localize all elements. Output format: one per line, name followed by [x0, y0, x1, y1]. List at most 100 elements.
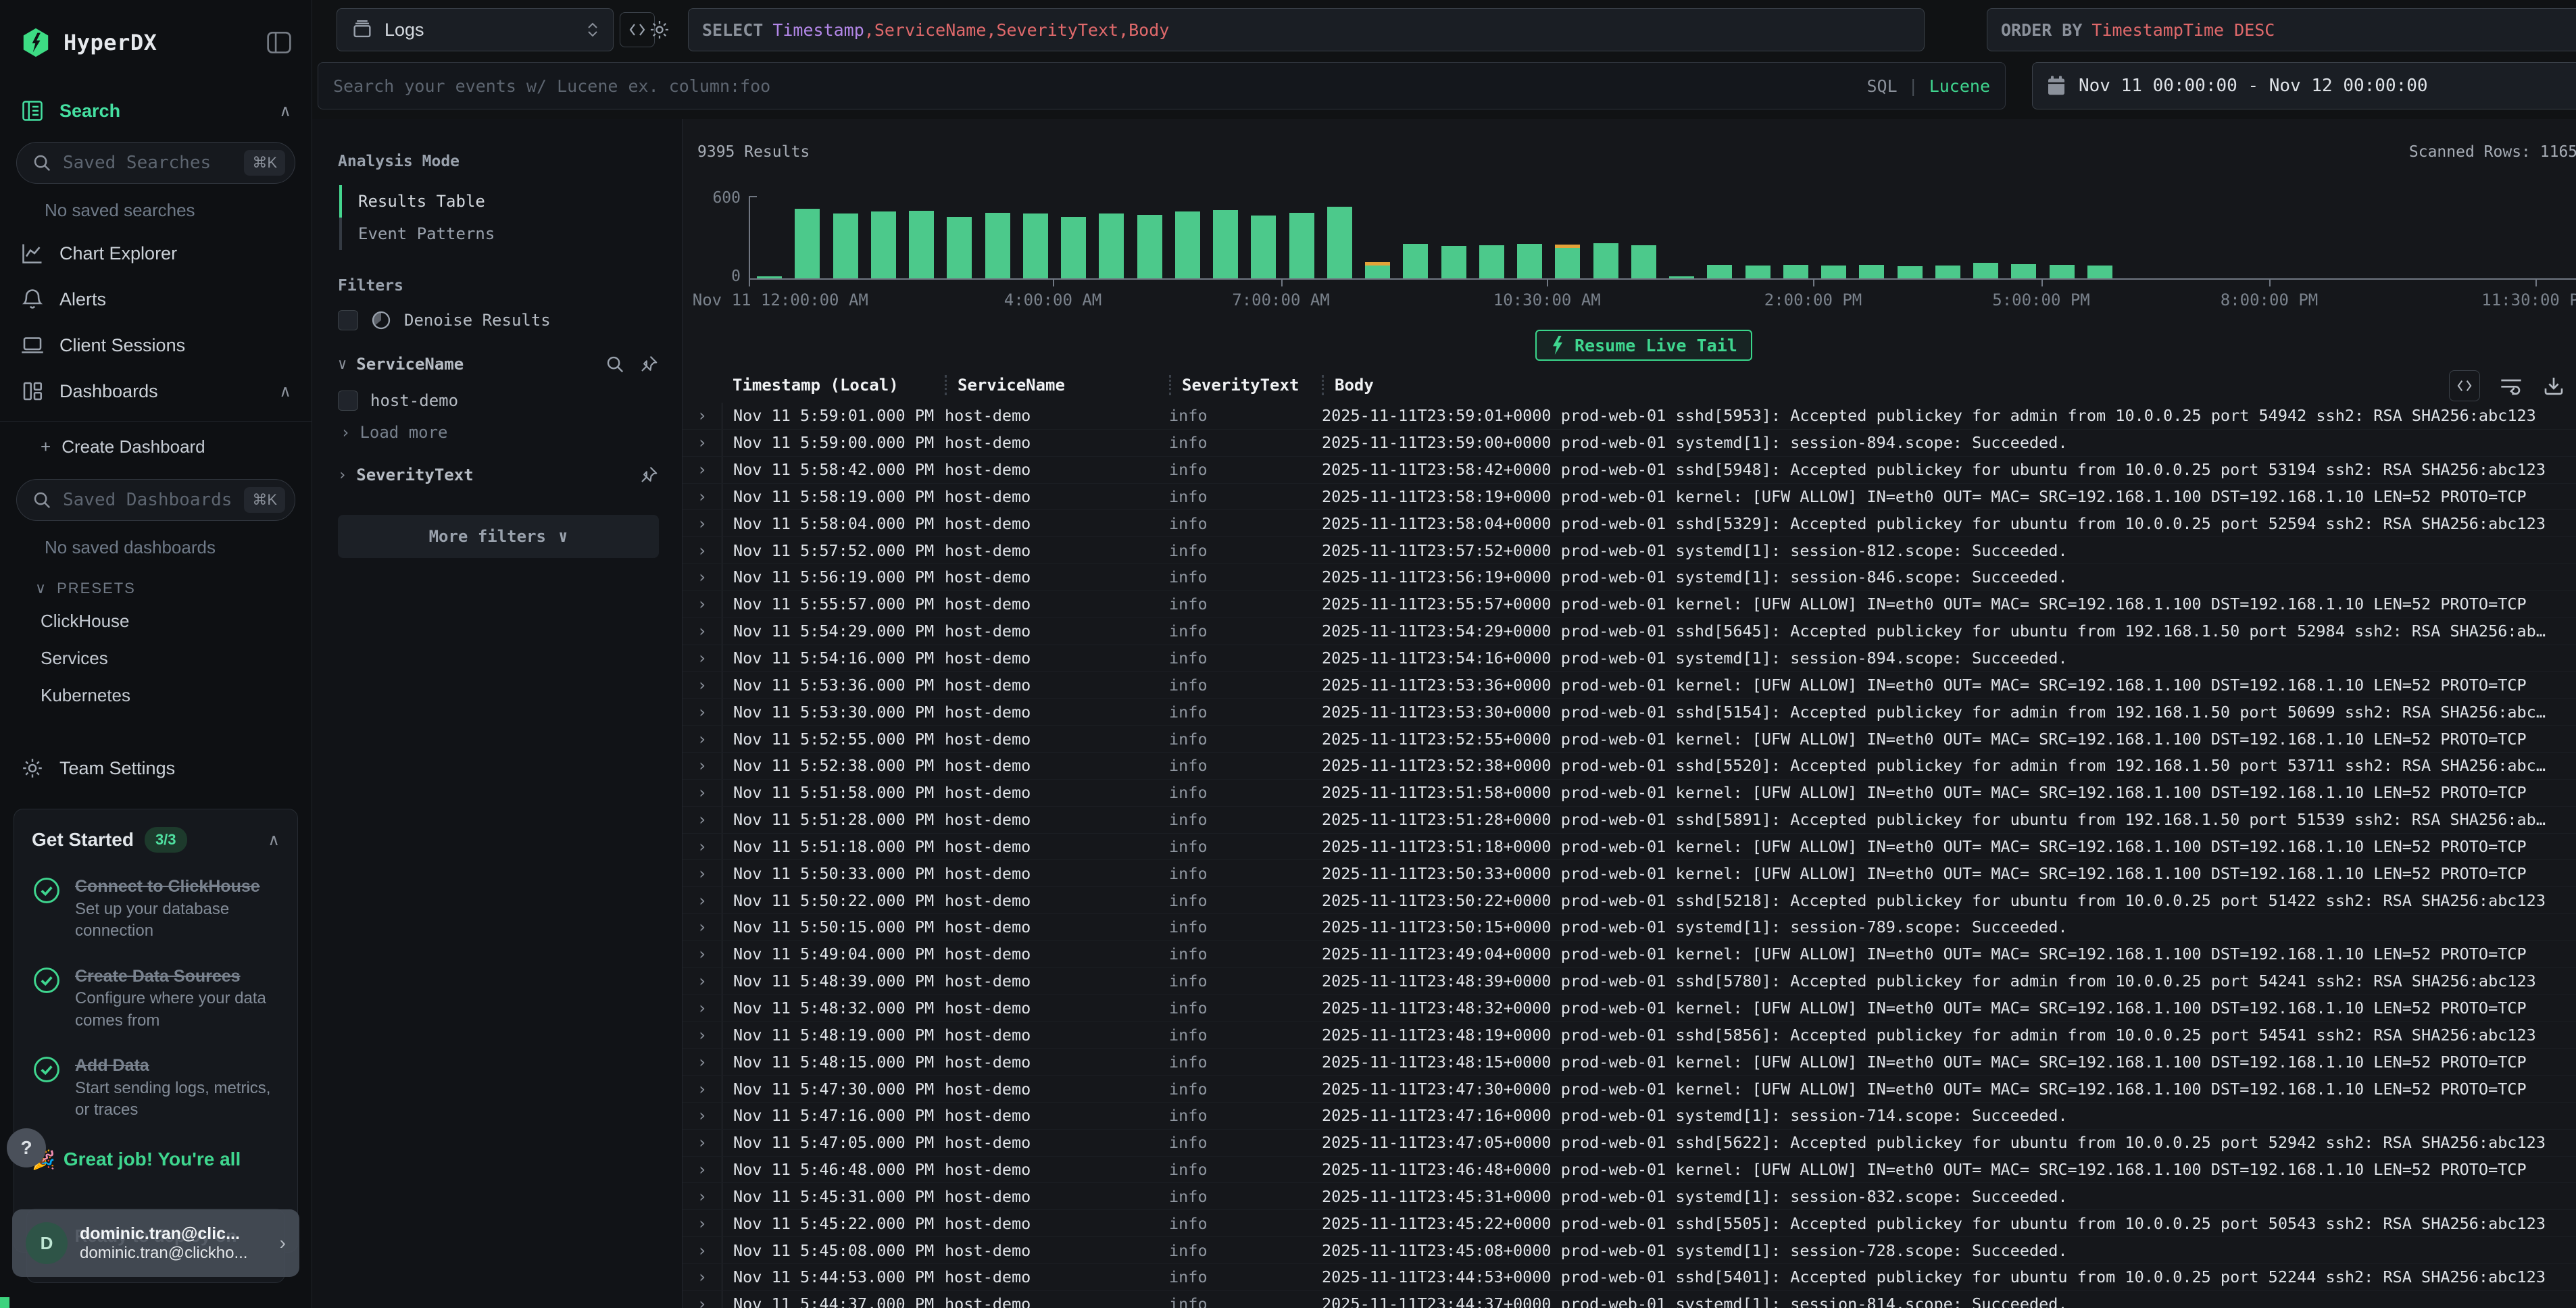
table-row[interactable]: ›Nov 11 5:50:15.000 PMhost-demoinfo2025-…: [683, 914, 2576, 941]
histogram-bar[interactable]: [871, 211, 896, 278]
row-expand-icon[interactable]: ›: [683, 487, 722, 506]
histogram-bar[interactable]: [2011, 264, 2036, 278]
row-expand-icon[interactable]: ›: [683, 730, 722, 749]
sidebar-item-client-sessions[interactable]: Client Sessions: [0, 322, 312, 368]
chevron-up-icon[interactable]: ∧: [279, 101, 291, 121]
row-expand-icon[interactable]: ›: [683, 406, 722, 425]
denoise-results-option[interactable]: Denoise Results: [338, 309, 659, 331]
row-expand-icon[interactable]: ›: [683, 756, 722, 775]
table-row[interactable]: ›Nov 11 5:45:08.000 PMhost-demoinfo2025-…: [683, 1237, 2576, 1264]
row-expand-icon[interactable]: ›: [683, 972, 722, 990]
histogram-bar[interactable]: [1517, 244, 1542, 278]
preset-item-kubernetes[interactable]: Kubernetes: [0, 677, 312, 714]
row-expand-icon[interactable]: ›: [683, 676, 722, 695]
select-columns-input[interactable]: SELECT Timestamp,ServiceName,SeverityTex…: [688, 8, 1925, 51]
histogram-bar[interactable]: [833, 213, 858, 278]
table-row[interactable]: ›Nov 11 5:59:01.000 PMhost-demoinfo2025-…: [683, 403, 2576, 430]
row-expand-icon[interactable]: ›: [683, 1241, 722, 1260]
results-histogram[interactable]: 600 0 Nov 11 12:00:00 AM4:00:00 AM7:00:0…: [683, 192, 2576, 313]
table-row[interactable]: ›Nov 11 5:52:55.000 PMhost-demoinfo2025-…: [683, 726, 2576, 753]
table-row[interactable]: ›Nov 11 5:45:31.000 PMhost-demoinfo2025-…: [683, 1183, 2576, 1210]
table-row[interactable]: ›Nov 11 5:53:36.000 PMhost-demoinfo2025-…: [683, 672, 2576, 699]
row-expand-icon[interactable]: ›: [683, 1026, 722, 1045]
preset-item-services[interactable]: Services: [0, 640, 312, 677]
row-expand-icon[interactable]: ›: [683, 1053, 722, 1072]
sidebar-item-search[interactable]: Search ∧: [0, 88, 312, 134]
row-expand-icon[interactable]: ›: [683, 891, 722, 910]
saved-searches-input[interactable]: Saved Searches ⌘K: [16, 142, 295, 184]
table-row[interactable]: ›Nov 11 5:51:58.000 PMhost-demoinfo2025-…: [683, 780, 2576, 807]
table-row[interactable]: ›Nov 11 5:47:05.000 PMhost-demoinfo2025-…: [683, 1130, 2576, 1157]
histogram-bar[interactable]: [1745, 266, 1770, 278]
sidebar-item-dashboards[interactable]: Dashboards ∧: [0, 368, 312, 414]
row-expand-icon[interactable]: ›: [683, 1294, 722, 1308]
row-expand-icon[interactable]: ›: [683, 703, 722, 722]
row-expand-icon[interactable]: ›: [683, 433, 722, 452]
language-sql-toggle[interactable]: SQL: [1866, 76, 1897, 96]
table-row[interactable]: ›Nov 11 5:55:57.000 PMhost-demoinfo2025-…: [683, 591, 2576, 618]
table-row[interactable]: ›Nov 11 5:48:32.000 PMhost-demoinfo2025-…: [683, 995, 2576, 1022]
histogram-bar[interactable]: [1023, 213, 1048, 278]
histogram-bar[interactable]: [947, 217, 972, 279]
table-row[interactable]: ›Nov 11 5:51:18.000 PMhost-demoinfo2025-…: [683, 834, 2576, 861]
table-row[interactable]: ›Nov 11 5:48:39.000 PMhost-demoinfo2025-…: [683, 968, 2576, 995]
row-expand-icon[interactable]: ›: [683, 568, 722, 586]
sidebar-item-team-settings[interactable]: Team Settings: [0, 745, 312, 791]
filter-group-severitytext[interactable]: › SeverityText: [338, 465, 659, 485]
wrap-lines-icon[interactable]: [2499, 375, 2523, 397]
row-expand-icon[interactable]: ›: [683, 649, 722, 668]
row-expand-icon[interactable]: ›: [683, 595, 722, 613]
preset-item-clickhouse[interactable]: ClickHouse: [0, 603, 312, 640]
table-row[interactable]: ›Nov 11 5:53:30.000 PMhost-demoinfo2025-…: [683, 699, 2576, 726]
table-row[interactable]: ›Nov 11 5:50:33.000 PMhost-demoinfo2025-…: [683, 860, 2576, 887]
histogram-bar[interactable]: [909, 211, 934, 278]
chevron-up-icon[interactable]: ∧: [279, 382, 291, 401]
sidebar-collapse-icon[interactable]: [266, 30, 293, 55]
row-expand-icon[interactable]: ›: [683, 1187, 722, 1206]
row-expand-icon[interactable]: ›: [683, 999, 722, 1017]
histogram-plot-area[interactable]: [749, 196, 2573, 278]
histogram-bar[interactable]: [1213, 210, 1238, 278]
help-button[interactable]: ?: [7, 1128, 46, 1167]
table-row[interactable]: ›Nov 11 5:44:53.000 PMhost-demoinfo2025-…: [683, 1264, 2576, 1291]
histogram-bar[interactable]: [985, 213, 1010, 278]
denoise-checkbox[interactable]: [338, 310, 358, 330]
table-row[interactable]: ›Nov 11 5:44:37.000 PMhost-demoinfo2025-…: [683, 1291, 2576, 1308]
table-row[interactable]: ›Nov 11 5:58:42.000 PMhost-demoinfo2025-…: [683, 457, 2576, 484]
table-row[interactable]: ›Nov 11 5:52:38.000 PMhost-demoinfo2025-…: [683, 753, 2576, 780]
histogram-bar[interactable]: [1783, 265, 1808, 278]
create-dashboard-button[interactable]: + Create Dashboard: [0, 428, 312, 466]
histogram-bar[interactable]: [1403, 244, 1428, 278]
row-expand-icon[interactable]: ›: [683, 810, 722, 829]
sidebar-item-alerts[interactable]: Alerts: [0, 276, 312, 322]
mode-results-table[interactable]: Results Table: [342, 185, 659, 218]
table-row[interactable]: ›Nov 11 5:58:19.000 PMhost-demoinfo2025-…: [683, 484, 2576, 511]
histogram-bar[interactable]: [1137, 215, 1162, 278]
table-row[interactable]: ›Nov 11 5:54:29.000 PMhost-demoinfo2025-…: [683, 618, 2576, 645]
row-expand-icon[interactable]: ›: [683, 622, 722, 640]
row-expand-icon[interactable]: ›: [683, 783, 722, 802]
row-expand-icon[interactable]: ›: [683, 514, 722, 533]
table-row[interactable]: ›Nov 11 5:47:16.000 PMhost-demoinfo2025-…: [683, 1103, 2576, 1130]
service-filter-value[interactable]: host-demo: [338, 391, 659, 411]
row-expand-icon[interactable]: ›: [683, 1106, 722, 1125]
histogram-bar[interactable]: [1479, 245, 1504, 278]
row-expand-icon[interactable]: ›: [683, 837, 722, 856]
table-row[interactable]: ›Nov 11 5:48:19.000 PMhost-demoinfo2025-…: [683, 1022, 2576, 1049]
table-row[interactable]: ›Nov 11 5:46:48.000 PMhost-demoinfo2025-…: [683, 1157, 2576, 1184]
resume-live-tail-button[interactable]: Resume Live Tail: [1535, 330, 1752, 361]
table-row[interactable]: ›Nov 11 5:56:19.000 PMhost-demoinfo2025-…: [683, 564, 2576, 591]
value-checkbox[interactable]: [338, 391, 358, 411]
table-row[interactable]: ›Nov 11 5:54:16.000 PMhost-demoinfo2025-…: [683, 645, 2576, 672]
saved-dashboards-input[interactable]: Saved Dashboards ⌘K: [16, 479, 295, 521]
histogram-bar[interactable]: [1898, 266, 1923, 278]
table-row[interactable]: ›Nov 11 5:49:04.000 PMhost-demoinfo2025-…: [683, 941, 2576, 968]
histogram-bar[interactable]: [1099, 213, 1124, 278]
code-view-icon[interactable]: [2449, 370, 2480, 401]
row-expand-icon[interactable]: ›: [683, 541, 722, 560]
histogram-bar[interactable]: [1973, 263, 1998, 278]
row-expand-icon[interactable]: ›: [683, 1214, 722, 1233]
histogram-bar[interactable]: [1935, 266, 1960, 278]
histogram-bar[interactable]: [1061, 217, 1086, 278]
table-row[interactable]: ›Nov 11 5:45:22.000 PMhost-demoinfo2025-…: [683, 1210, 2576, 1237]
